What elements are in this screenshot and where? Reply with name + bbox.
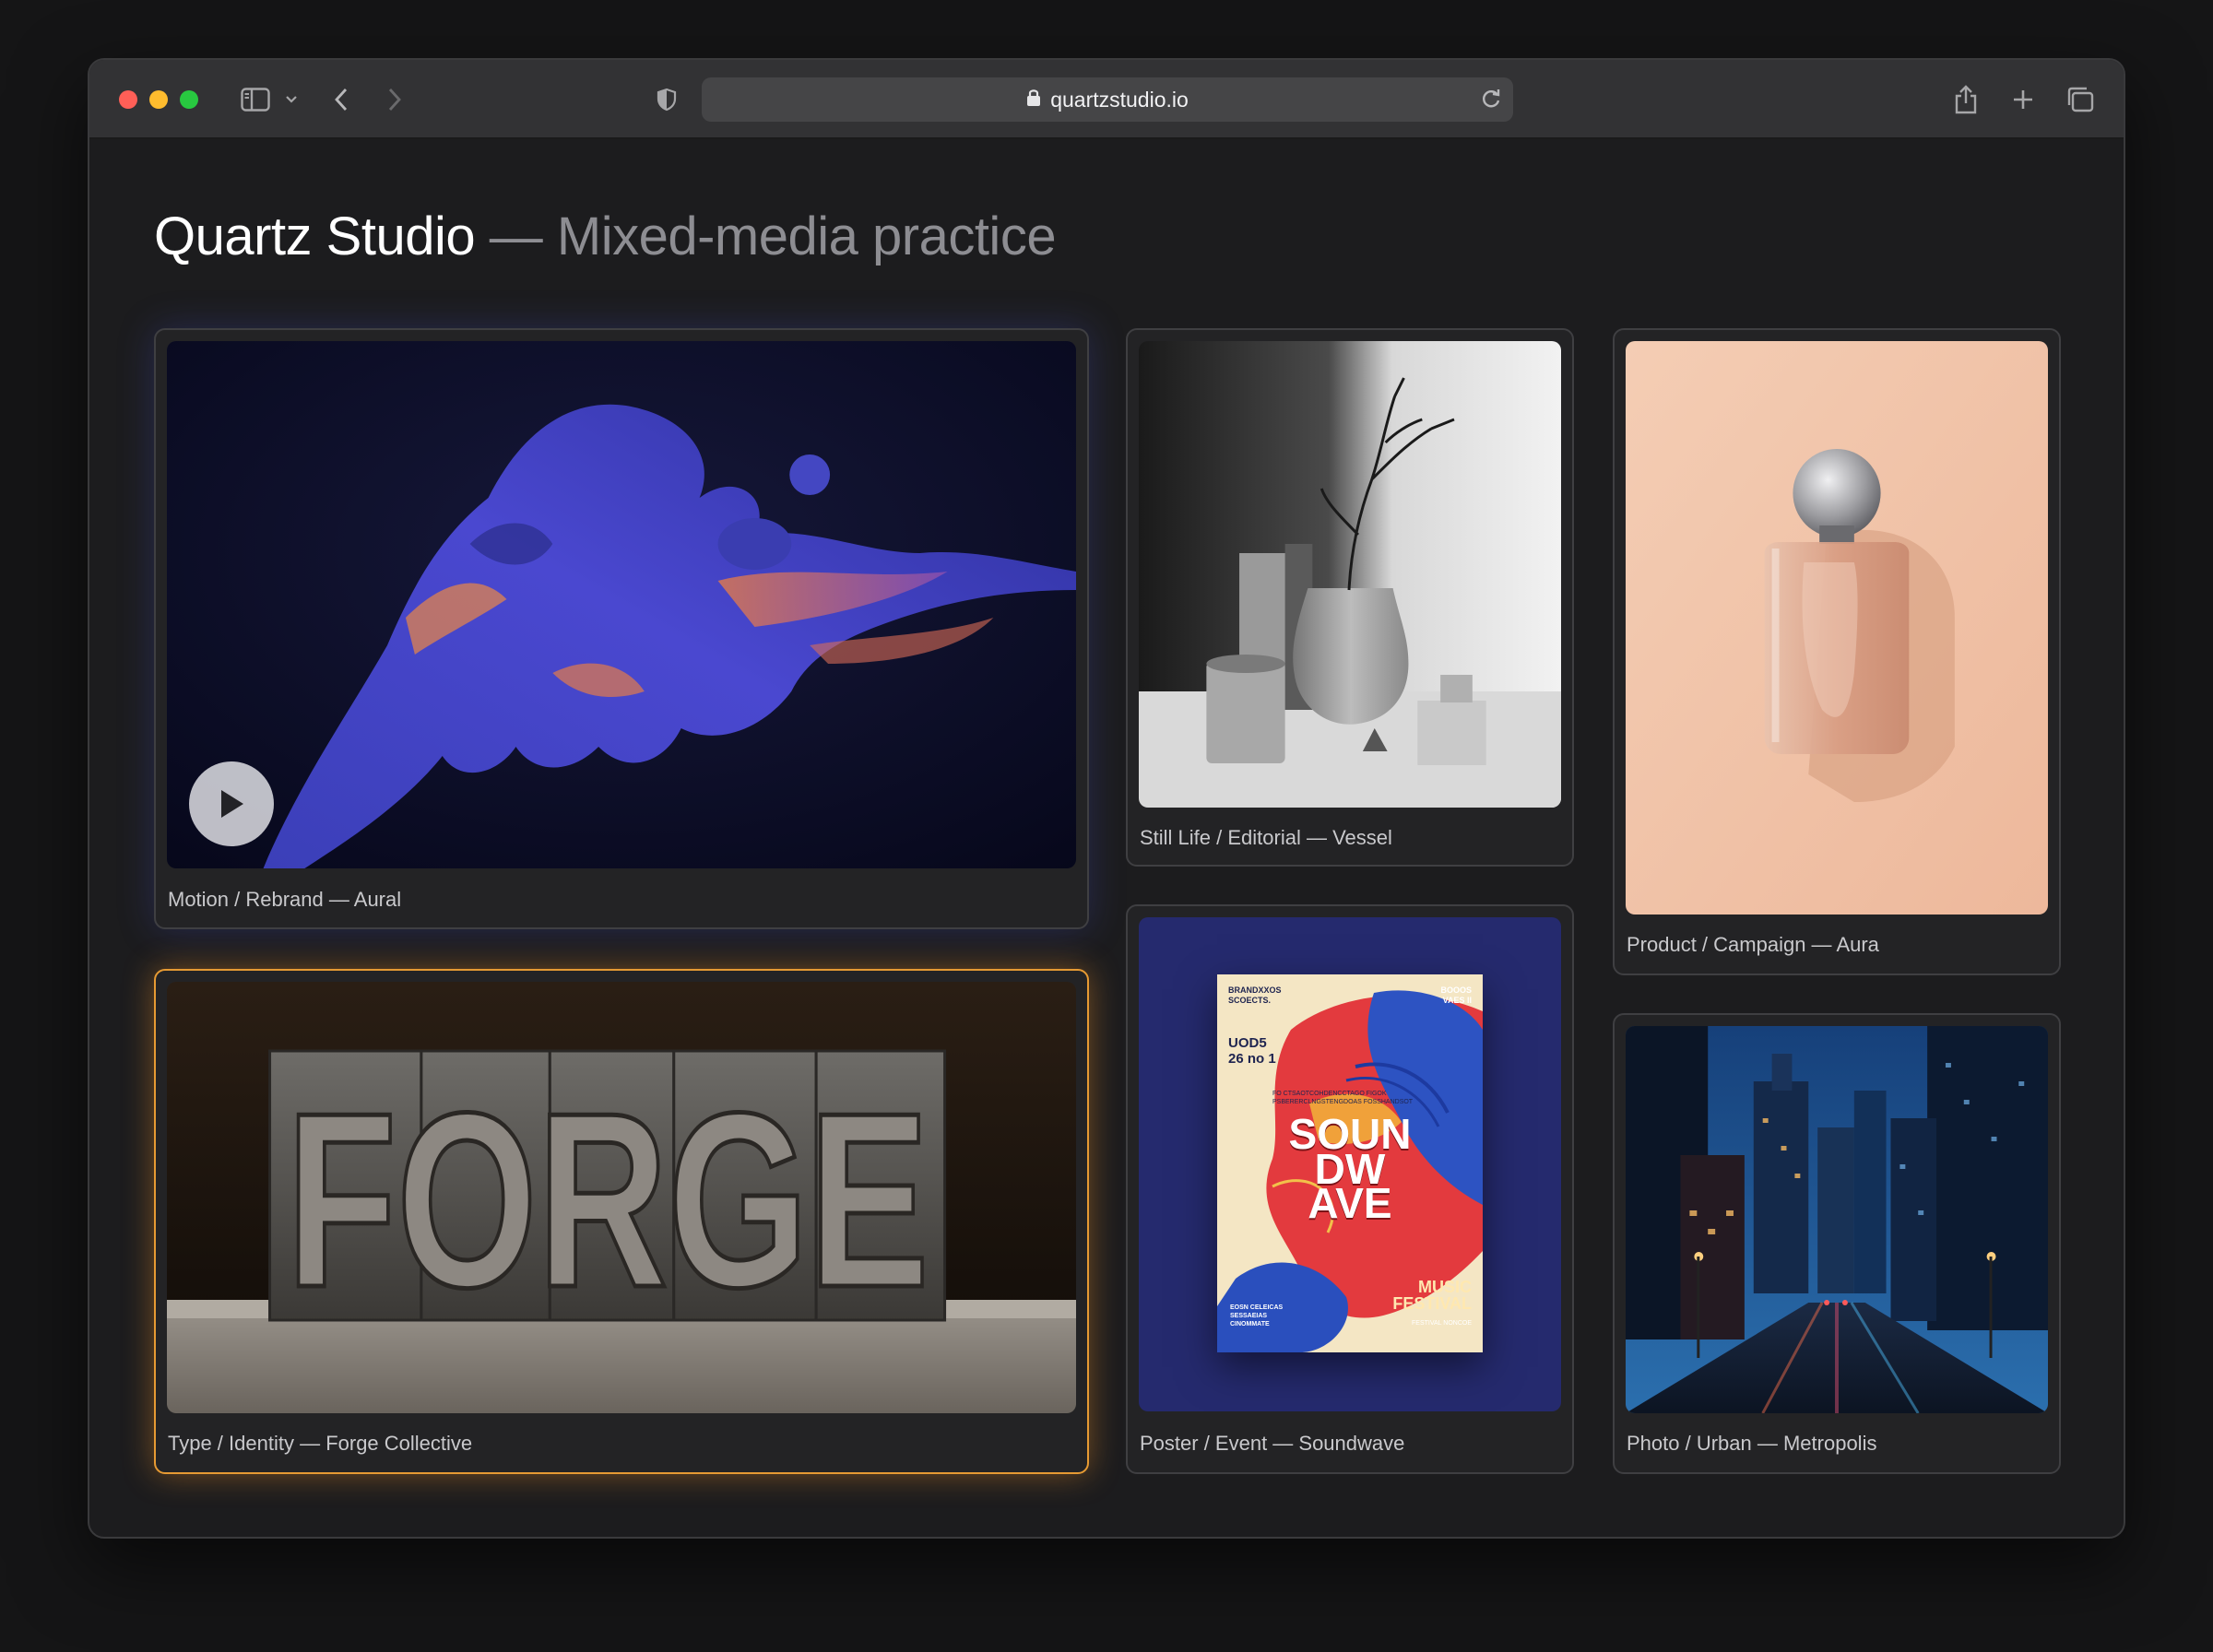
reload-icon[interactable]	[1480, 87, 1502, 116]
project-image-forge[interactable]: FORGE	[167, 982, 1076, 1413]
soundwave-poster: BRANDXXOS SCOECTS. BOOOS VAES II UOD5 26…	[1217, 974, 1483, 1352]
close-window-button[interactable]	[119, 90, 137, 109]
project-image-metropolis[interactable]	[1626, 1026, 2048, 1413]
address-bar[interactable]: quartzstudio.io	[702, 77, 1513, 122]
page-title-main: Quartz Studio	[154, 206, 476, 266]
project-caption-aura: Product / Campaign — Aura	[1627, 933, 1879, 956]
tabs-overview-icon[interactable]	[2065, 78, 2096, 121]
url-text: quartzstudio.io	[1050, 87, 1189, 112]
project-caption-aural: Motion / Rebrand — Aural	[168, 888, 402, 911]
project-image-aural[interactable]	[167, 341, 1076, 868]
project-card-forge[interactable]: FORGE Type / Identity — Forge Collective	[154, 969, 1089, 1474]
back-icon[interactable]	[329, 78, 353, 121]
project-image-aura[interactable]	[1626, 341, 2048, 914]
shield-icon[interactable]	[653, 78, 680, 121]
lock-icon	[1026, 88, 1041, 112]
share-icon[interactable]	[1952, 78, 1980, 121]
poster-tag: MUSIC FESTIVAL	[1392, 1278, 1472, 1313]
minimize-window-button[interactable]	[149, 90, 168, 109]
project-caption-forge: Type / Identity — Forge Collective	[168, 1432, 473, 1455]
project-caption-vessel: Still Life / Editorial — Vessel	[1140, 826, 1392, 849]
project-caption-metropolis: Photo / Urban — Metropolis	[1627, 1432, 1877, 1455]
zoom-window-button[interactable]	[180, 90, 198, 109]
project-caption-soundwave: Poster / Event — Soundwave	[1140, 1432, 1405, 1455]
project-card-aural[interactable]: Motion / Rebrand — Aural	[154, 328, 1089, 929]
chevron-down-icon[interactable]	[281, 78, 302, 121]
poster-subline: FO CTSAOTCOHDENCCTAGO FIGOK PSBERERCLNGS…	[1272, 1091, 1414, 1106]
page-content: Quartz Studio — Mixed-media practice Mot…	[89, 141, 2124, 1537]
poster-top-left: BRANDXXOS SCOECTS.	[1228, 985, 1282, 1005]
project-image-vessel[interactable]	[1139, 341, 1561, 808]
play-button[interactable]	[189, 761, 274, 846]
project-card-soundwave[interactable]: BRANDXXOS SCOECTS. BOOOS VAES II UOD5 26…	[1126, 904, 1574, 1474]
page-title: Quartz Studio — Mixed-media practice	[154, 206, 1057, 267]
poster-headline: SOUN DW AVE	[1217, 1113, 1483, 1228]
sidebar-icon[interactable]	[237, 78, 274, 121]
poster-bottom-left: EOSN CELEICAS SESSAEIAS CINOMMATE	[1230, 1304, 1284, 1328]
poster-tag-small: FESTIVAL NONCOE	[1412, 1320, 1472, 1327]
project-card-vessel[interactable]: Still Life / Editorial — Vessel	[1126, 328, 1574, 867]
poster-headline-line: AVE	[1308, 1179, 1392, 1228]
poster-date: UOD5 26 no 1	[1228, 1035, 1276, 1068]
forward-icon[interactable]	[383, 78, 407, 121]
poster-top-right: BOOOS VAES II	[1440, 985, 1472, 1005]
project-card-aura[interactable]: Product / Campaign — Aura	[1613, 328, 2061, 975]
new-tab-icon[interactable]	[2009, 78, 2037, 121]
page-title-subtitle: — Mixed-media practice	[489, 206, 1057, 266]
browser-window: quartzstudio.io Quartz Studio — Mixed-me…	[88, 58, 2125, 1539]
project-card-metropolis[interactable]: Photo / Urban — Metropolis	[1613, 1013, 2061, 1474]
forge-image-text: FORGE	[286, 1062, 929, 1340]
browser-toolbar: quartzstudio.io	[89, 60, 2124, 139]
project-image-soundwave[interactable]: BRANDXXOS SCOECTS. BOOOS VAES II UOD5 26…	[1139, 917, 1561, 1411]
play-icon	[218, 788, 245, 820]
